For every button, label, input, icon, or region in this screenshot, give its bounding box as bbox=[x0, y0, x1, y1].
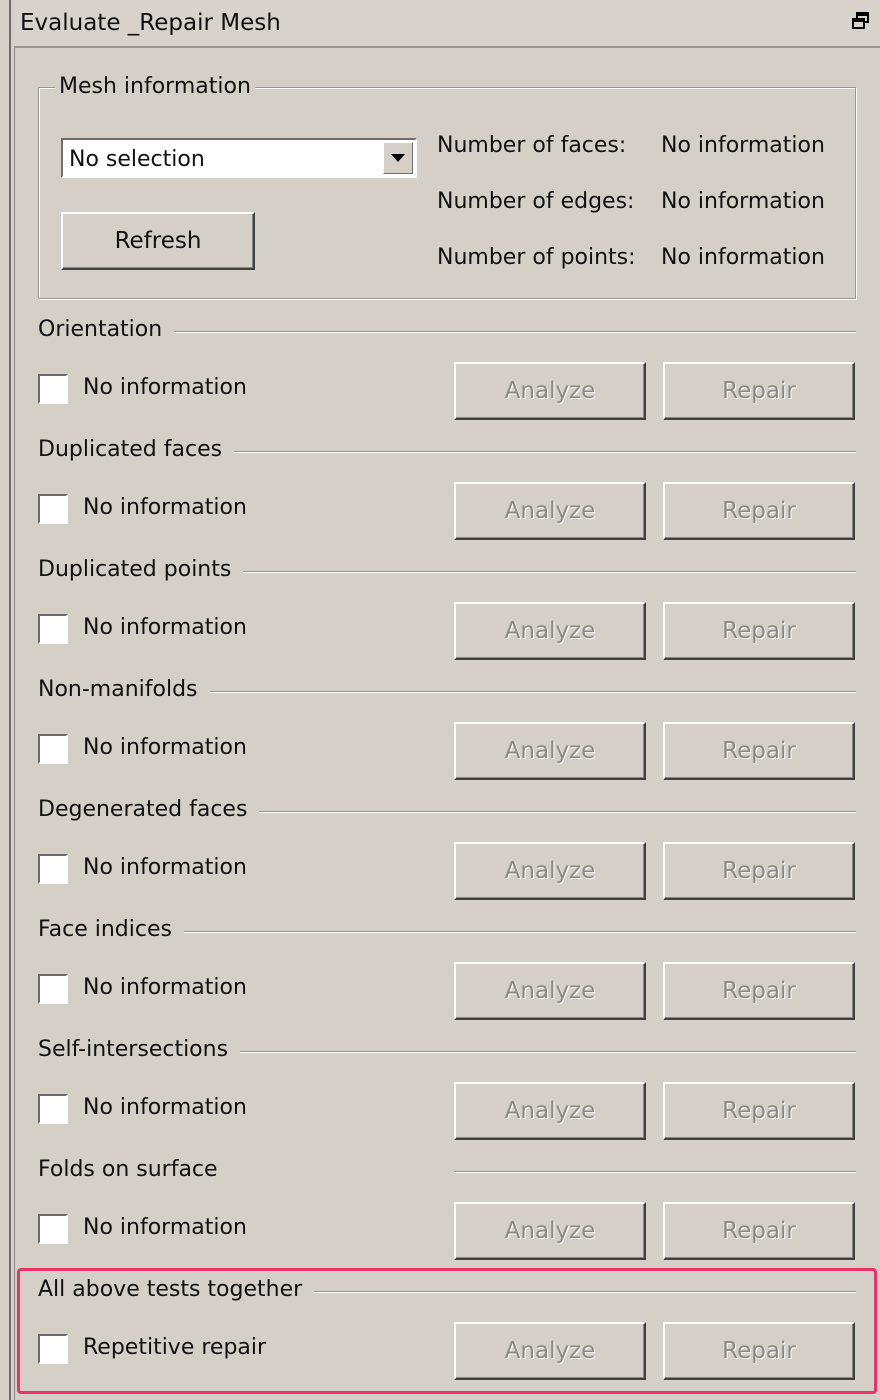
folds-on-surface-checkbox[interactable] bbox=[38, 1214, 68, 1244]
orientation-analyze-button[interactable]: Analyze bbox=[454, 362, 646, 420]
non-manifolds-checkbox[interactable] bbox=[38, 734, 68, 764]
section-title: Duplicated faces bbox=[38, 437, 235, 462]
all-tests-repair-button[interactable]: Repair bbox=[663, 1322, 855, 1380]
mesh-selection-dropdown[interactable]: No selection bbox=[61, 138, 417, 178]
degenerated-faces-analyze-button[interactable]: Analyze bbox=[454, 842, 646, 900]
section-title: Face indices bbox=[38, 917, 184, 942]
duplicated-faces-status: No information bbox=[83, 495, 247, 520]
duplicated-points-checkbox[interactable] bbox=[38, 614, 68, 644]
non-manifolds-repair-button[interactable]: Repair bbox=[663, 722, 855, 780]
folds-on-surface-status: No information bbox=[83, 1215, 247, 1240]
faces-count-label: Number of faces: bbox=[437, 133, 627, 158]
section-degenerated-faces: Degenerated faces bbox=[38, 797, 856, 827]
face-indices-checkbox[interactable] bbox=[38, 974, 68, 1004]
self-intersections-checkbox[interactable] bbox=[38, 1094, 68, 1124]
degenerated-faces-checkbox[interactable] bbox=[38, 854, 68, 884]
faces-count-value: No information bbox=[661, 133, 825, 158]
edges-count-label: Number of edges: bbox=[437, 189, 635, 214]
mesh-selection-value: No selection bbox=[69, 147, 205, 172]
non-manifolds-analyze-button[interactable]: Analyze bbox=[454, 722, 646, 780]
section-all-tests: All above tests together bbox=[38, 1277, 856, 1307]
all-tests-analyze-button[interactable]: Analyze bbox=[454, 1322, 646, 1380]
repetitive-repair-label: Repetitive repair bbox=[83, 1335, 267, 1360]
degenerated-faces-repair-button[interactable]: Repair bbox=[663, 842, 855, 900]
section-non-manifolds: Non-manifolds bbox=[38, 677, 856, 707]
refresh-button[interactable]: Refresh bbox=[61, 212, 255, 270]
restore-window-icon[interactable] bbox=[850, 10, 872, 32]
mesh-information-group: Mesh information No selection Refresh Nu… bbox=[38, 74, 856, 299]
section-duplicated-points: Duplicated points bbox=[38, 557, 856, 587]
mesh-information-legend: Mesh information bbox=[55, 74, 255, 99]
section-title: Folds on surface bbox=[38, 1157, 230, 1182]
duplicated-points-status: No information bbox=[83, 615, 247, 640]
panel-title: Evaluate _Repair Mesh bbox=[20, 10, 281, 36]
folds-on-surface-analyze-button[interactable]: Analyze bbox=[454, 1202, 646, 1260]
face-indices-repair-button[interactable]: Repair bbox=[663, 962, 855, 1020]
edges-count-value: No information bbox=[661, 189, 825, 214]
chevron-down-icon[interactable] bbox=[383, 142, 413, 174]
window-left-edge bbox=[0, 0, 15, 1400]
non-manifolds-status: No information bbox=[83, 735, 247, 760]
face-indices-status: No information bbox=[83, 975, 247, 1000]
section-title: Non-manifolds bbox=[38, 677, 210, 702]
section-folds-on-surface: Folds on surface bbox=[38, 1157, 856, 1187]
section-divider bbox=[454, 1171, 856, 1173]
section-title: Degenerated faces bbox=[38, 797, 260, 822]
orientation-checkbox[interactable] bbox=[38, 374, 68, 404]
duplicated-faces-analyze-button[interactable]: Analyze bbox=[454, 482, 646, 540]
section-title: All above tests together bbox=[38, 1277, 315, 1302]
self-intersections-repair-button[interactable]: Repair bbox=[663, 1082, 855, 1140]
duplicated-points-analyze-button[interactable]: Analyze bbox=[454, 602, 646, 660]
folds-on-surface-repair-button[interactable]: Repair bbox=[663, 1202, 855, 1260]
points-count-value: No information bbox=[661, 245, 825, 270]
orientation-status: No information bbox=[83, 375, 247, 400]
section-title: Self-intersections bbox=[38, 1037, 241, 1062]
section-orientation: Orientation bbox=[38, 317, 856, 347]
face-indices-analyze-button[interactable]: Analyze bbox=[454, 962, 646, 1020]
duplicated-faces-checkbox[interactable] bbox=[38, 494, 68, 524]
duplicated-points-repair-button[interactable]: Repair bbox=[663, 602, 855, 660]
orientation-repair-button[interactable]: Repair bbox=[663, 362, 855, 420]
panel-titlebar: Evaluate _Repair Mesh bbox=[14, 0, 880, 48]
self-intersections-analyze-button[interactable]: Analyze bbox=[454, 1082, 646, 1140]
points-count-label: Number of points: bbox=[437, 245, 636, 270]
self-intersections-status: No information bbox=[83, 1095, 247, 1120]
duplicated-faces-repair-button[interactable]: Repair bbox=[663, 482, 855, 540]
repetitive-repair-checkbox[interactable] bbox=[38, 1334, 68, 1364]
section-face-indices: Face indices bbox=[38, 917, 856, 947]
degenerated-faces-status: No information bbox=[83, 855, 247, 880]
section-title: Orientation bbox=[38, 317, 175, 342]
section-title: Duplicated points bbox=[38, 557, 244, 582]
section-self-intersections: Self-intersections bbox=[38, 1037, 856, 1067]
section-duplicated-faces: Duplicated faces bbox=[38, 437, 856, 467]
